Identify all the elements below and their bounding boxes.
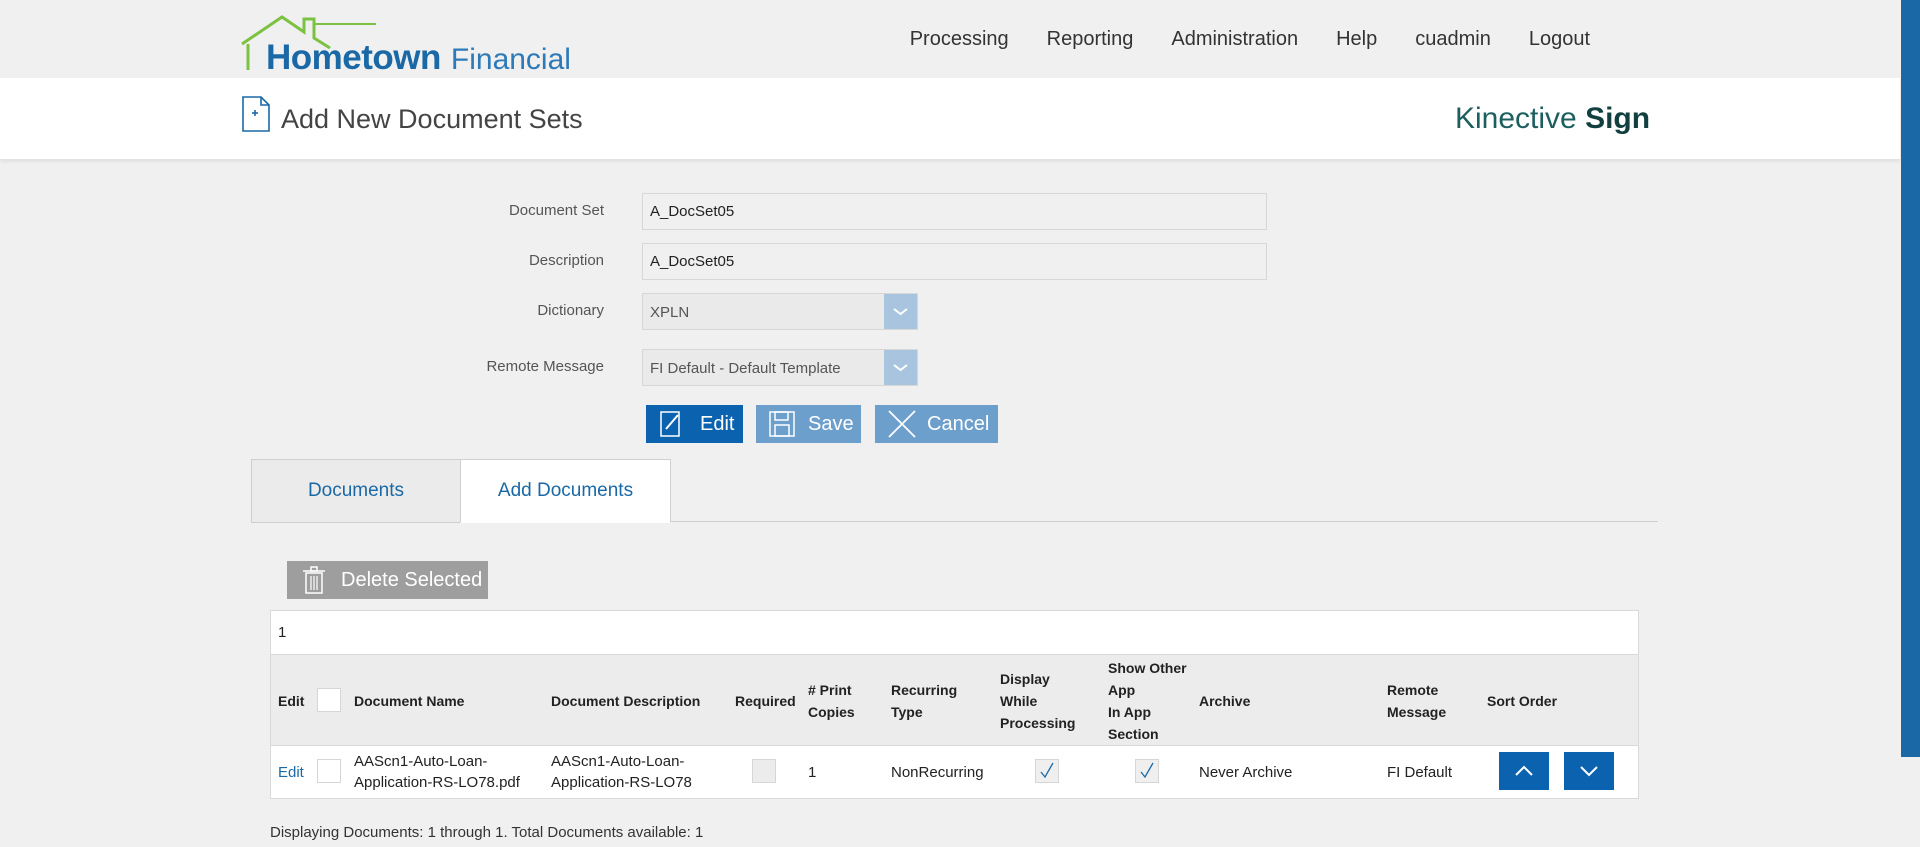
- trash-icon: [303, 566, 325, 594]
- grid-pager: 1: [271, 611, 1638, 655]
- delete-selected-button[interactable]: Delete Selected: [287, 561, 488, 599]
- dictionary-dropdown-button[interactable]: [884, 294, 917, 329]
- header-edit: Edit: [278, 692, 305, 709]
- header-print-copies-line2: Copies: [808, 703, 855, 720]
- row-show-other-app-checkbox: [1135, 759, 1159, 783]
- header-remote-line1: Remote: [1387, 681, 1439, 698]
- tab-add-documents[interactable]: Add Documents: [460, 459, 671, 523]
- delete-selected-label: Delete Selected: [341, 568, 483, 591]
- header-document-description: Document Description: [551, 692, 701, 709]
- row-print-copies: 1: [808, 763, 817, 781]
- row-required-checkbox: [752, 759, 776, 783]
- logo-sub-text: Financial: [450, 43, 571, 76]
- grid-header-row: Edit Document Name Document Description …: [271, 655, 1638, 746]
- row-archive: Never Archive: [1199, 763, 1293, 781]
- header-remote-line2: Message: [1387, 703, 1447, 720]
- nav-user-account[interactable]: cuadmin: [1415, 28, 1491, 51]
- close-icon: [888, 410, 916, 438]
- checkmark-icon: [1140, 762, 1154, 779]
- top-navigation-bar: Hometown Financial Processing Reporting A…: [0, 0, 1900, 78]
- header-display-line3: Processing: [1000, 714, 1076, 731]
- cancel-button[interactable]: Cancel: [875, 405, 998, 443]
- tab-documents[interactable]: Documents: [251, 459, 461, 523]
- move-down-button[interactable]: [1564, 752, 1614, 790]
- checkmark-icon: [1040, 762, 1054, 779]
- row-remote-message: FI Default: [1387, 763, 1453, 781]
- pager-page-1[interactable]: 1: [278, 624, 286, 641]
- row-select-checkbox[interactable]: [317, 759, 341, 783]
- move-up-button[interactable]: [1499, 752, 1549, 790]
- chevron-up-icon: [1515, 765, 1533, 776]
- edit-button-label: Edit: [700, 412, 735, 435]
- row-document-name-line1: AAScn1-Auto-Loan-: [354, 753, 488, 770]
- add-document-icon: [242, 96, 270, 132]
- header-required: Required: [735, 692, 796, 709]
- header-recurring-line1: Recurring: [891, 681, 958, 698]
- remote-message-select[interactable]: FI Default - Default Template: [642, 349, 918, 386]
- grid-footer-info: Displaying Documents: 1 through 1. Total…: [270, 824, 704, 841]
- header-print-copies-line1: # Print: [808, 681, 852, 698]
- header-display-while-processing: Display While Processing: [1000, 655, 1075, 746]
- table-row: Edit AAScn1-Auto-Loan- Application-RS-LO…: [271, 746, 1638, 798]
- header-show-line1: Show Other: [1108, 659, 1187, 676]
- nav-processing[interactable]: Processing: [910, 28, 1009, 51]
- brand-bold-text: Sign: [1585, 102, 1651, 135]
- floppy-disk-icon: [769, 411, 795, 437]
- document-set-label: Document Set: [508, 202, 604, 219]
- header-recurring-type: Recurring Type: [891, 655, 957, 746]
- hometown-financial-logo[interactable]: Hometown Financial: [240, 14, 580, 77]
- header-show-line3: In App: [1108, 703, 1152, 720]
- chevron-down-icon: [893, 364, 908, 372]
- document-set-input[interactable]: [642, 193, 1267, 230]
- save-button-label: Save: [808, 412, 854, 435]
- row-edit-link[interactable]: Edit: [278, 746, 304, 798]
- header-sort-order: Sort Order: [1487, 692, 1558, 709]
- description-label: Description: [528, 252, 604, 269]
- kinective-sign-brand: Kinective Sign: [1455, 102, 1650, 136]
- edit-pencil-icon: [660, 411, 680, 437]
- nav-help[interactable]: Help: [1336, 28, 1377, 51]
- page-header: Add New Document Sets Kinective Sign: [0, 78, 1900, 160]
- vertical-scrollbar[interactable]: [1901, 0, 1920, 757]
- dictionary-select[interactable]: XPLN: [642, 293, 918, 330]
- header-remote-message: Remote Message: [1387, 655, 1446, 746]
- row-document-name-line2: Application-RS-LO78.pdf: [354, 774, 520, 791]
- nav-reporting[interactable]: Reporting: [1047, 28, 1134, 51]
- chevron-down-icon: [1580, 766, 1598, 777]
- row-description-line1: AAScn1-Auto-Loan-: [551, 753, 685, 770]
- save-button[interactable]: Save: [756, 405, 861, 443]
- header-recurring-line2: Type: [891, 703, 923, 720]
- row-recurring-type: NonRecurring: [891, 763, 984, 781]
- brand-light-text: Kinective: [1455, 102, 1577, 135]
- select-all-checkbox[interactable]: [317, 688, 341, 712]
- dictionary-label: Dictionary: [537, 302, 604, 319]
- row-description-line2: Application-RS-LO78: [551, 774, 692, 791]
- header-display-line1: Display: [1000, 670, 1050, 687]
- remote-message-label: Remote Message: [486, 358, 604, 375]
- remote-message-value: FI Default - Default Template: [650, 360, 841, 377]
- header-show-line2: App: [1108, 681, 1136, 698]
- header-display-line2: While: [1000, 692, 1038, 709]
- row-document-name: AAScn1-Auto-Loan- Application-RS-LO78.pd…: [354, 746, 520, 798]
- nav-administration[interactable]: Administration: [1171, 28, 1298, 51]
- description-input[interactable]: [642, 243, 1267, 280]
- chevron-down-icon: [893, 308, 908, 316]
- dictionary-value: XPLN: [650, 304, 690, 321]
- nav-logout[interactable]: Logout: [1529, 28, 1590, 51]
- main-menu: Processing Reporting Administration Help…: [910, 28, 1590, 51]
- documents-grid: 1 Edit Document Name Document Descriptio…: [270, 610, 1639, 799]
- header-archive: Archive: [1199, 692, 1251, 709]
- header-document-name: Document Name: [354, 692, 465, 709]
- logo-main-text: Hometown: [266, 38, 441, 77]
- cancel-button-label: Cancel: [927, 412, 990, 435]
- header-show-other-app: Show Other App In App Section: [1108, 655, 1187, 746]
- remote-message-dropdown-button[interactable]: [884, 350, 917, 385]
- row-document-description: AAScn1-Auto-Loan- Application-RS-LO78: [551, 746, 692, 798]
- row-display-while-processing-checkbox: [1035, 759, 1059, 783]
- header-print-copies: # Print Copies: [808, 655, 855, 746]
- page-title: Add New Document Sets: [281, 104, 583, 134]
- edit-button[interactable]: Edit: [646, 405, 743, 443]
- header-show-line4: Section: [1108, 725, 1159, 742]
